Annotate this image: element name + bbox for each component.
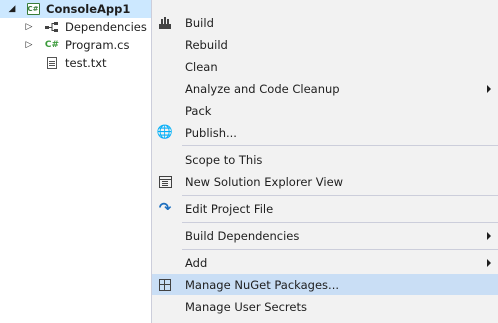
- csharp-project-icon: C#: [26, 3, 40, 15]
- menu-separator: [182, 222, 498, 223]
- menu-item-label: Publish...: [185, 125, 237, 140]
- build-icon: [157, 15, 173, 31]
- submenu-arrow-icon: [487, 258, 491, 267]
- submenu-arrow-icon: [487, 231, 491, 240]
- menu-item-pack[interactable]: Pack: [152, 100, 498, 121]
- menu-item-label: Edit Project File: [185, 201, 274, 216]
- menu-item-publish[interactable]: 🌐 Publish...: [152, 122, 498, 143]
- menu-item-label: Scope to This: [185, 152, 263, 167]
- menu-separator: [182, 145, 498, 146]
- collapse-caret-icon[interactable]: ◢: [7, 4, 17, 14]
- menu-item-manage-nuget-packages[interactable]: Manage NuGet Packages...: [152, 274, 498, 295]
- menu-item-build[interactable]: Build: [152, 12, 498, 33]
- tree-node-dependencies[interactable]: ▷ Dependencies: [0, 18, 152, 36]
- menu-item-label: New Solution Explorer View: [185, 174, 344, 189]
- tree-item-label: Dependencies: [65, 20, 147, 34]
- menu-separator: [182, 249, 498, 250]
- nuget-icon: [157, 277, 173, 293]
- menu-item-scope-to-this[interactable]: Scope to This: [152, 149, 498, 170]
- tree-node-project[interactable]: ◢ C# ConsoleApp1: [0, 0, 152, 18]
- expand-caret-icon[interactable]: ▷: [24, 40, 34, 50]
- publish-globe-icon: 🌐: [156, 125, 174, 140]
- menu-item-build-dependencies[interactable]: Build Dependencies: [152, 225, 498, 246]
- menu-item-manage-user-secrets[interactable]: Manage User Secrets: [152, 296, 498, 317]
- submenu-arrow-icon: [487, 84, 491, 93]
- menu-separator: [182, 195, 498, 196]
- tree-node-test-txt[interactable]: test.txt: [0, 54, 152, 72]
- tree-item-label: test.txt: [65, 56, 107, 70]
- menu-item-label: Rebuild: [185, 37, 228, 52]
- tree-node-program-cs[interactable]: ▷ C# Program.cs: [0, 36, 152, 54]
- menu-item-label: Clean: [185, 59, 218, 74]
- context-menu: Build Rebuild Clean Analyze and Code Cle…: [151, 0, 498, 323]
- menu-item-label: Manage NuGet Packages...: [185, 277, 340, 292]
- new-view-icon: [157, 174, 173, 190]
- menu-item-label: Pack: [185, 103, 212, 118]
- csharp-file-icon: C#: [44, 40, 60, 50]
- dependencies-icon: [45, 20, 59, 34]
- edit-project-icon: ↷: [158, 199, 172, 217]
- menu-item-label: Manage User Secrets: [185, 299, 307, 314]
- menu-item-clean[interactable]: Clean: [152, 56, 498, 77]
- expand-caret-icon[interactable]: ▷: [24, 22, 34, 32]
- tree-item-label: Program.cs: [65, 38, 130, 52]
- text-file-icon: [45, 56, 59, 70]
- menu-item-analyze-code-cleanup[interactable]: Analyze and Code Cleanup: [152, 78, 498, 99]
- menu-item-label: Analyze and Code Cleanup: [185, 81, 340, 96]
- solution-explorer-tree: ◢ C# ConsoleApp1 ▷ Dependencies ▷ C# Pro…: [0, 0, 152, 323]
- menu-item-label: Build: [185, 15, 214, 30]
- menu-item-label: Add: [185, 255, 208, 270]
- project-label: ConsoleApp1: [46, 2, 131, 16]
- menu-item-edit-project-file[interactable]: ↷ Edit Project File: [152, 198, 498, 219]
- menu-item-new-solution-explorer-view[interactable]: New Solution Explorer View: [152, 171, 498, 192]
- menu-item-rebuild[interactable]: Rebuild: [152, 34, 498, 55]
- menu-item-label: Build Dependencies: [185, 228, 300, 243]
- menu-item-add[interactable]: Add: [152, 252, 498, 273]
